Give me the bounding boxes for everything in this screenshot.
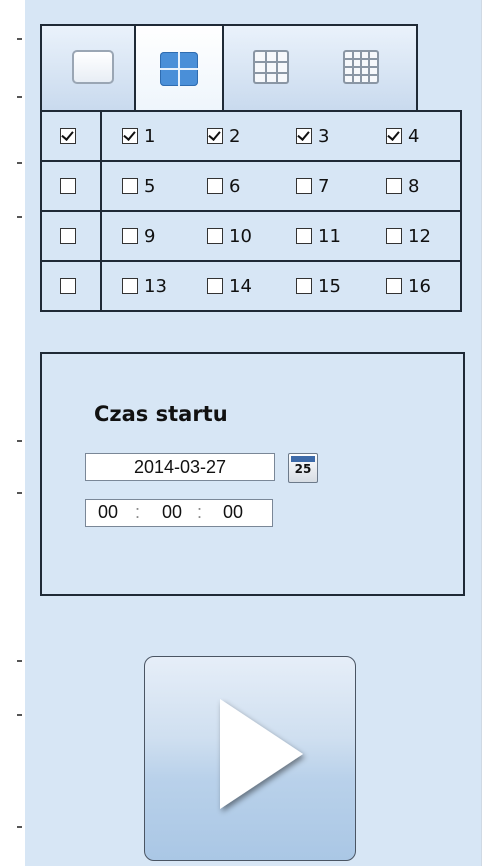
edge-mark — [17, 216, 22, 218]
row-select-all-checkbox[interactable] — [60, 178, 76, 194]
hours-field[interactable]: 00 — [98, 502, 118, 523]
seconds-field[interactable]: 00 — [223, 502, 243, 523]
edge-mark — [17, 714, 22, 716]
channel-checkbox[interactable] — [207, 278, 223, 294]
channel-checkbox[interactable] — [207, 178, 223, 194]
playback-panel: 1 2 3 4 5 6 7 8 9 10 11 12 13 14 15 16 Czas startu 2014… — [25, 0, 482, 866]
channel-label: 15 — [318, 276, 341, 297]
channel-checkbox[interactable] — [122, 278, 138, 294]
channel-checkbox[interactable] — [296, 178, 312, 194]
channel-checkbox[interactable] — [386, 228, 402, 244]
edge-mark — [17, 96, 22, 98]
channel-checkbox[interactable] — [207, 128, 223, 144]
channel-checkbox[interactable] — [207, 228, 223, 244]
channel-label: 13 — [144, 276, 167, 297]
channel-checkbox[interactable] — [296, 128, 312, 144]
time-separator: : — [197, 502, 203, 522]
channel-checkbox[interactable] — [296, 228, 312, 244]
view-layout-tabs — [40, 24, 418, 112]
start-time-box: Czas startu 2014-03-27 25 00 : 00 : 00 — [40, 352, 465, 596]
channel-label: 3 — [318, 126, 330, 147]
edge-mark — [17, 826, 22, 828]
edge-mark — [17, 440, 22, 442]
channel-checkbox[interactable] — [122, 128, 138, 144]
calendar-icon-day: 25 — [294, 462, 312, 476]
channel-checkbox[interactable] — [122, 178, 138, 194]
time-separator: : — [135, 502, 141, 522]
left-edge-strip — [0, 0, 25, 866]
grid16-view-icon — [343, 50, 379, 84]
edge-mark — [17, 38, 22, 40]
channel-label: 16 — [408, 276, 431, 297]
channel-label: 6 — [229, 176, 241, 197]
grid9-view-icon — [253, 50, 289, 84]
tab-grid16-view[interactable] — [316, 24, 406, 110]
channel-grid: 1 2 3 4 5 6 7 8 9 10 11 12 13 14 15 16 — [40, 110, 462, 312]
channel-checkbox[interactable] — [386, 178, 402, 194]
channel-label: 2 — [229, 126, 241, 147]
channel-label: 8 — [408, 176, 420, 197]
time-input[interactable]: 00 : 00 : 00 — [85, 499, 273, 527]
channel-checkbox[interactable] — [386, 128, 402, 144]
calendar-button[interactable]: 25 — [288, 453, 318, 483]
channel-checkbox[interactable] — [386, 278, 402, 294]
quad-view-icon — [160, 52, 198, 86]
date-input[interactable]: 2014-03-27 — [85, 453, 275, 481]
tab-single-view[interactable] — [52, 24, 134, 110]
channel-row: 5 6 7 8 — [42, 162, 460, 212]
channel-label: 14 — [229, 276, 252, 297]
channel-checkbox[interactable] — [296, 278, 312, 294]
edge-mark — [17, 162, 22, 164]
row-select-all-checkbox[interactable] — [60, 228, 76, 244]
channel-label: 9 — [144, 226, 156, 247]
channel-checkbox[interactable] — [122, 228, 138, 244]
tab-grid9-view[interactable] — [226, 24, 316, 110]
row-select-all-checkbox[interactable] — [60, 128, 76, 144]
minutes-field[interactable]: 00 — [162, 502, 182, 523]
play-icon — [220, 699, 303, 809]
channel-label: 5 — [144, 176, 156, 197]
channel-label: 4 — [408, 126, 420, 147]
channel-label: 1 — [144, 126, 156, 147]
single-view-icon — [72, 50, 114, 84]
start-time-title: Czas startu — [94, 402, 228, 426]
row-select-all-checkbox[interactable] — [60, 278, 76, 294]
channel-row: 9 10 11 12 — [42, 212, 460, 262]
channel-label: 12 — [408, 226, 431, 247]
channel-label: 11 — [318, 226, 341, 247]
channel-row: 13 14 15 16 — [42, 262, 460, 312]
edge-mark — [17, 660, 22, 662]
play-button[interactable] — [144, 656, 356, 861]
edge-mark — [17, 492, 22, 494]
channel-label: 7 — [318, 176, 330, 197]
channel-row: 1 2 3 4 — [42, 112, 460, 162]
tab-quad-view[interactable] — [134, 24, 224, 112]
channel-label: 10 — [229, 226, 252, 247]
